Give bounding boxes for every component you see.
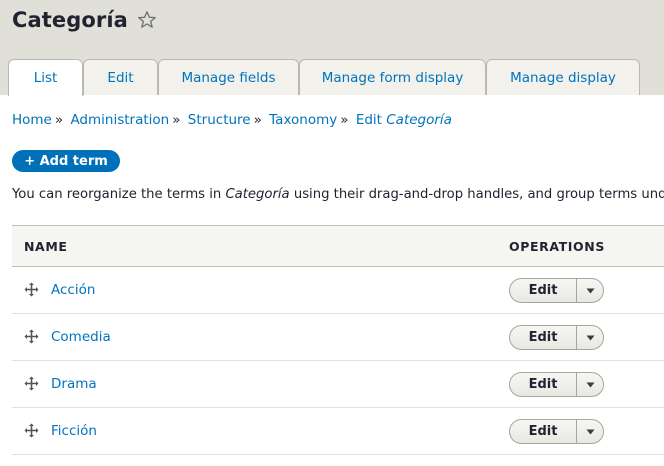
breadcrumb-separator: » — [54, 112, 64, 128]
breadcrumb-vocabulary-name: Categoría — [386, 112, 452, 128]
description-vocabulary: Categoría — [225, 187, 290, 202]
table-row: Acción Edit — [12, 267, 664, 314]
primary-tabs: List Edit Manage fields Manage form disp… — [8, 59, 664, 96]
operations-dropbutton: Edit — [509, 325, 604, 350]
caret-down-icon — [586, 382, 594, 387]
edit-button[interactable]: Edit — [510, 279, 577, 302]
table-row: Ficción Edit — [12, 408, 664, 455]
tab-manage-display[interactable]: Manage display — [486, 59, 640, 95]
terms-table: NAME OPERATIONS Acción Edit Comedia Edit — [12, 225, 664, 455]
breadcrumb-home[interactable]: Home — [12, 112, 52, 128]
edit-button[interactable]: Edit — [510, 420, 577, 443]
dropbutton-toggle[interactable] — [577, 373, 603, 396]
caret-down-icon — [586, 429, 594, 434]
tab-manage-form-display[interactable]: Manage form display — [299, 59, 486, 95]
edit-button[interactable]: Edit — [510, 373, 577, 396]
star-icon[interactable] — [137, 10, 157, 30]
drag-handle-icon[interactable] — [24, 376, 39, 391]
tab-edit[interactable]: Edit — [83, 59, 158, 95]
term-link[interactable]: Ficción — [51, 423, 97, 439]
breadcrumb-separator: » — [172, 112, 181, 128]
caret-down-icon — [586, 335, 594, 340]
caret-down-icon — [586, 288, 594, 293]
breadcrumb-administration[interactable]: Administration — [70, 112, 169, 128]
column-header-operations: OPERATIONS — [509, 239, 605, 254]
edit-button[interactable]: Edit — [510, 326, 577, 349]
drag-handle-icon[interactable] — [24, 329, 39, 344]
drag-handle-icon[interactable] — [24, 423, 39, 438]
reorder-description: You can reorganize the terms in Categorí… — [12, 187, 664, 202]
table-row: Drama Edit — [12, 361, 664, 408]
breadcrumb-separator: » — [340, 112, 349, 128]
term-link[interactable]: Comedia — [51, 329, 111, 345]
dropbutton-toggle[interactable] — [577, 279, 603, 302]
drag-handle-icon[interactable] — [24, 282, 39, 297]
table-header: NAME OPERATIONS — [12, 225, 664, 267]
dropbutton-toggle[interactable] — [577, 326, 603, 349]
page-header: Categoría List Edit Manage fields Manage… — [0, 0, 664, 96]
operations-dropbutton: Edit — [509, 278, 604, 303]
description-text-after: using their drag-and-drop handles, and g… — [289, 187, 664, 202]
term-link[interactable]: Acción — [51, 282, 95, 298]
page-title: Categoría — [12, 8, 128, 32]
add-term-button[interactable]: + Add term — [12, 150, 120, 172]
dropbutton-toggle[interactable] — [577, 420, 603, 443]
breadcrumb-taxonomy[interactable]: Taxonomy — [269, 112, 337, 128]
title-row: Categoría — [12, 8, 157, 32]
tab-list[interactable]: List — [8, 59, 83, 96]
tab-manage-fields[interactable]: Manage fields — [158, 59, 299, 95]
breadcrumb-separator: » — [253, 112, 262, 128]
breadcrumb: Home» Administration» Structure» Taxonom… — [12, 112, 452, 128]
breadcrumb-edit-vocabulary[interactable]: Edit Categoría — [356, 112, 452, 128]
operations-dropbutton: Edit — [509, 419, 604, 444]
column-header-name: NAME — [24, 239, 68, 254]
description-text-before: You can reorganize the terms in — [12, 187, 226, 202]
operations-dropbutton: Edit — [509, 372, 604, 397]
breadcrumb-edit-prefix: Edit — [355, 112, 387, 128]
term-link[interactable]: Drama — [51, 376, 97, 392]
breadcrumb-structure[interactable]: Structure — [188, 112, 251, 128]
table-row: Comedia Edit — [12, 314, 664, 361]
